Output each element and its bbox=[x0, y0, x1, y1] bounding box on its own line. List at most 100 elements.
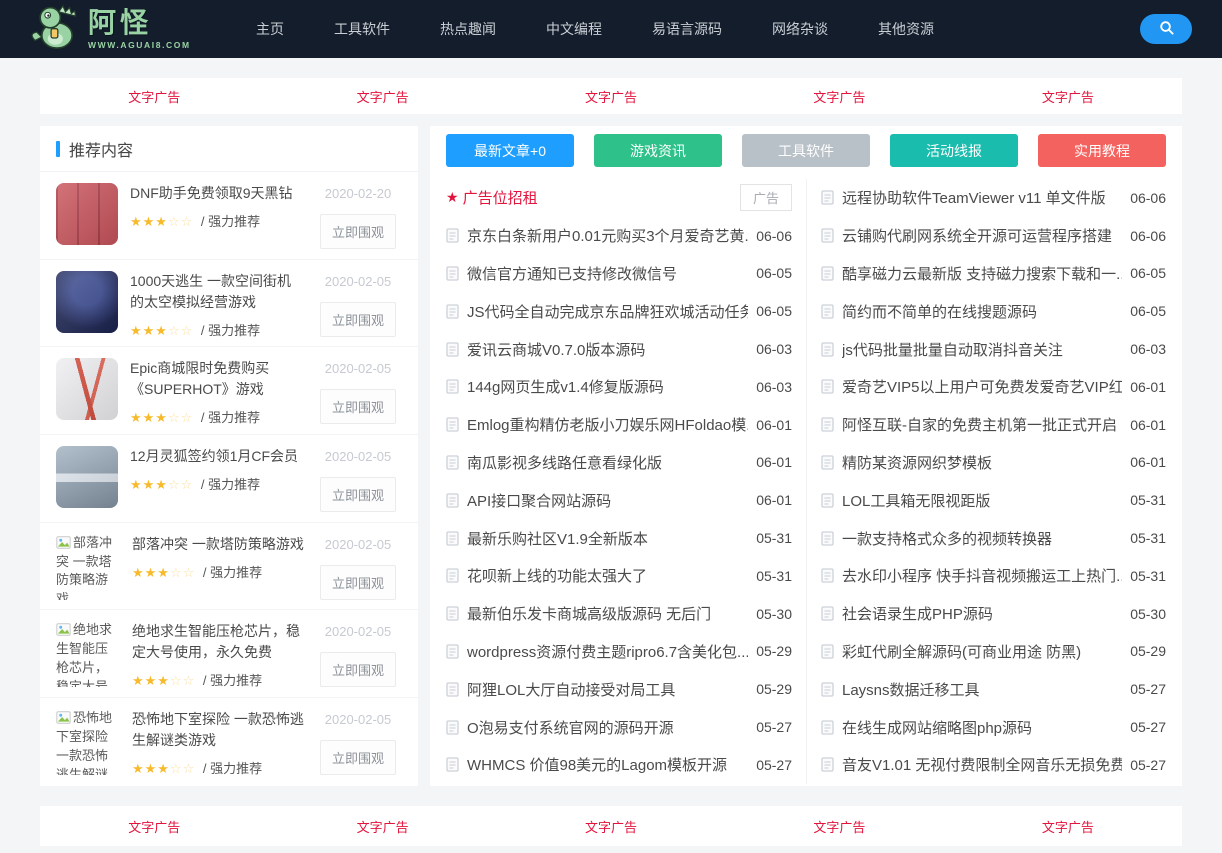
view-now-button[interactable]: 立即围观 bbox=[319, 740, 396, 776]
article-title-link[interactable]: 京东白条新用户0.01元购买3个月爱奇艺黄... bbox=[467, 225, 748, 246]
article-title-link[interactable]: 微信官方通知已支持修改微信号 bbox=[467, 263, 748, 284]
view-now-button[interactable]: 立即围观 bbox=[319, 477, 396, 513]
nav-item-0[interactable]: 主页 bbox=[256, 19, 284, 39]
article-date: 05-30 bbox=[756, 605, 792, 622]
text-ad-link[interactable]: 文字广告 bbox=[268, 87, 496, 106]
article-title-link[interactable]: 音友V1.01 无视付费限制全网音乐无损免费... bbox=[842, 754, 1122, 775]
article-row: Laysns数据迁移工具 05-27 bbox=[821, 670, 1166, 708]
text-ad-link[interactable]: 文字广告 bbox=[725, 817, 953, 836]
article-title-link[interactable]: 爱讯云商城V0.7.0版本源码 bbox=[467, 339, 748, 360]
article-date: 05-31 bbox=[756, 530, 792, 547]
article-row: API接口聚合网站源码 06-01 bbox=[446, 481, 792, 519]
article-title-link[interactable]: 最新伯乐发卡商城高级版源码 无后门 bbox=[467, 603, 748, 624]
article-title-link[interactable]: 最新乐购社区V1.9全新版本 bbox=[467, 528, 748, 549]
category-tab-2[interactable]: 工具软件 bbox=[742, 134, 870, 167]
article-title-link[interactable]: js代码批量批量自动取消抖音关注 bbox=[842, 339, 1122, 360]
recommended-list: DNF助手免费领取9天黑钻 ★★★☆☆ / 强力推荐 2020-02-20 立即… bbox=[40, 172, 418, 786]
text-ad-link[interactable]: 文字广告 bbox=[268, 817, 496, 836]
article-title-link[interactable]: API接口聚合网站源码 bbox=[467, 490, 748, 511]
category-tab-0[interactable]: 最新文章+0 bbox=[446, 134, 574, 167]
broken-image-thumbnail[interactable]: 绝地求生智能压枪芯片，稳定大号使用，永久免费 bbox=[56, 621, 120, 687]
view-now-button[interactable]: 立即围观 bbox=[319, 214, 396, 249]
article-date: 05-27 bbox=[1130, 681, 1166, 698]
nav-item-1[interactable]: 工具软件 bbox=[334, 19, 390, 39]
article-title-link[interactable]: 精防某资源网织梦模板 bbox=[842, 452, 1122, 473]
nav-item-3[interactable]: 中文编程 bbox=[546, 19, 602, 39]
star-rating-filled-icon: ★★★ bbox=[130, 410, 168, 426]
broken-image-thumbnail[interactable]: 部落冲突 一款塔防策略游戏 bbox=[56, 534, 120, 600]
article-title-link[interactable]: O泡易支付系统官网的源码开源 bbox=[467, 717, 748, 738]
article-title-link[interactable]: 南瓜影视多线路任意看绿化版 bbox=[467, 452, 748, 473]
item-body: 1000天逃生 一款空间街机的太空模拟经营游戏 ★★★☆☆ / 强力推荐 bbox=[130, 271, 304, 338]
view-now-button[interactable]: 立即围观 bbox=[319, 652, 396, 688]
article-title-link[interactable]: wordpress资源付费主题ripro6.7含美化包... bbox=[467, 641, 748, 662]
article-row: 精防某资源网织梦模板 06-01 bbox=[821, 444, 1166, 482]
article-date: 05-30 bbox=[1130, 605, 1166, 622]
item-meta: 2020-02-05 立即围观 bbox=[314, 621, 402, 688]
recommend-label: / 强力推荐 bbox=[200, 322, 261, 338]
article-title-link[interactable]: 爱奇艺VIP5以上用户可免费发爱奇艺VIP红包 bbox=[842, 376, 1122, 397]
article-title-link[interactable]: 酷享磁力云最新版 支持磁力搜索下载和一... bbox=[842, 263, 1122, 284]
nav-item-2[interactable]: 热点趣闻 bbox=[440, 19, 496, 39]
nav-item-6[interactable]: 其他资源 bbox=[878, 19, 934, 39]
text-ad-link[interactable]: 文字广告 bbox=[954, 87, 1182, 106]
category-tab-3[interactable]: 活动线报 bbox=[890, 134, 1018, 167]
nav-item-4[interactable]: 易语言源码 bbox=[652, 19, 722, 39]
search-button[interactable] bbox=[1140, 14, 1192, 44]
article-title-link[interactable]: 144g网页生成v1.4修复版源码 bbox=[467, 376, 748, 397]
article-row: 爱奇艺VIP5以上用户可免费发爱奇艺VIP红包 06-01 bbox=[821, 368, 1166, 406]
article-title-link[interactable]: 在线生成网站缩略图php源码 bbox=[842, 717, 1122, 738]
article-list-right: 远程协助软件TeamViewer v11 单文件版 06-06 云铺购代刷网系统… bbox=[806, 179, 1182, 784]
item-title[interactable]: 12月灵狐签约领1月CF会员 bbox=[130, 446, 304, 467]
article-title-link[interactable]: 云铺购代刷网系统全开源可运营程序搭建 bbox=[842, 225, 1122, 246]
item-title[interactable]: Epic商城限时免费购买《SUPERHOT》游戏 bbox=[130, 358, 304, 400]
nav-item-5[interactable]: 网络杂谈 bbox=[772, 19, 828, 39]
item-title[interactable]: DNF助手免费领取9天黑钻 bbox=[130, 183, 304, 204]
item-thumbnail[interactable] bbox=[56, 183, 118, 245]
article-title-link[interactable]: Laysns数据迁移工具 bbox=[842, 679, 1122, 700]
article-row: 云铺购代刷网系统全开源可运营程序搭建 06-06 bbox=[821, 217, 1166, 255]
item-title[interactable]: 部落冲突 一款塔防策略游戏 bbox=[132, 534, 304, 555]
ad-slot-link[interactable]: 广告位招租 bbox=[463, 187, 740, 208]
category-tab-1[interactable]: 游戏资讯 bbox=[594, 134, 722, 167]
text-ad-link[interactable]: 文字广告 bbox=[40, 817, 268, 836]
item-thumbnail[interactable] bbox=[56, 358, 118, 421]
broken-image-thumbnail[interactable]: 恐怖地下室探险 一款恐怖逃生解谜类游戏 bbox=[56, 709, 120, 775]
text-ad-link[interactable]: 文字广告 bbox=[954, 817, 1182, 836]
text-ad-link[interactable]: 文字广告 bbox=[497, 87, 725, 106]
text-ad-link[interactable]: 文字广告 bbox=[725, 87, 953, 106]
article-title-link[interactable]: 简约而不简单的在线搜题源码 bbox=[842, 301, 1122, 322]
document-icon bbox=[446, 417, 459, 432]
text-ad-link[interactable]: 文字广告 bbox=[497, 817, 725, 836]
item-title[interactable]: 恐怖地下室探险 一款恐怖逃生解谜类游戏 bbox=[132, 709, 304, 751]
item-title[interactable]: 1000天逃生 一款空间街机的太空模拟经营游戏 bbox=[130, 271, 304, 313]
article-title-link[interactable]: 阿狸LOL大厅自动接受对局工具 bbox=[467, 679, 748, 700]
item-body: 恐怖地下室探险 一款恐怖逃生解谜类游戏 ★★★☆☆ / 强力推荐 bbox=[132, 709, 304, 776]
article-title-link[interactable]: 社会语录生成PHP源码 bbox=[842, 603, 1122, 624]
article-title-link[interactable]: 阿怪互联-自家的免费主机第一批正式开启 bbox=[842, 414, 1122, 435]
article-title-link[interactable]: JS代码全自动完成京东品牌狂欢城活动任务 bbox=[467, 301, 748, 322]
view-now-button[interactable]: 立即围观 bbox=[319, 564, 396, 600]
view-now-button[interactable]: 立即围观 bbox=[319, 389, 396, 425]
item-thumbnail[interactable] bbox=[56, 270, 118, 333]
article-title-link[interactable]: LOL工具箱无限视距版 bbox=[842, 490, 1122, 511]
article-title-link[interactable]: 一款支持格式众多的视频转换器 bbox=[842, 528, 1122, 549]
article-title-link[interactable]: Emlog重构精仿老版小刀娱乐网HFoldao模... bbox=[467, 414, 748, 435]
item-title[interactable]: 绝地求生智能压枪芯片，稳定大号使用，永久免费 bbox=[132, 621, 304, 663]
article-title-link[interactable]: 远程协助软件TeamViewer v11 单文件版 bbox=[842, 187, 1122, 208]
article-row: 京东白条新用户0.01元购买3个月爱奇艺黄... 06-06 bbox=[446, 217, 792, 255]
article-row: 远程协助软件TeamViewer v11 单文件版 06-06 bbox=[821, 179, 1166, 217]
article-title-link[interactable]: WHMCS 价值98美元的Lagom模板开源 bbox=[467, 754, 748, 775]
article-row: 音友V1.01 无视付费限制全网音乐无损免费... 05-27 bbox=[821, 746, 1166, 784]
star-rating-empty-icon: ☆☆ bbox=[167, 410, 194, 426]
article-title-link[interactable]: 去水印小程序 快手抖音视频搬运工上热门... bbox=[842, 565, 1122, 586]
view-now-button[interactable]: 立即围观 bbox=[319, 301, 396, 337]
article-title-link[interactable]: 花呗新上线的功能太强大了 bbox=[467, 565, 748, 586]
text-ad-link[interactable]: 文字广告 bbox=[40, 87, 268, 106]
article-title-link[interactable]: 彩虹代刷全解源码(可商业用途 防黑) bbox=[842, 641, 1122, 662]
site-logo[interactable]: 阿怪 WWW.AGUAI8.COM bbox=[30, 3, 226, 56]
article-date: 06-01 bbox=[1130, 416, 1166, 433]
item-thumbnail[interactable] bbox=[56, 446, 118, 509]
category-tab-4[interactable]: 实用教程 bbox=[1038, 134, 1166, 167]
item-body: DNF助手免费领取9天黑钻 ★★★☆☆ / 强力推荐 bbox=[130, 183, 304, 248]
